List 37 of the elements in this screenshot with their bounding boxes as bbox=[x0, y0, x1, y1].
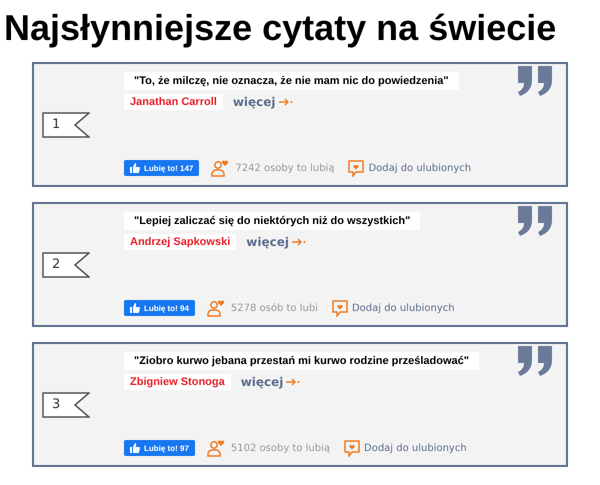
arrow-icon bbox=[278, 98, 293, 106]
quote-text: "Ziobro kurwo jebana przestań mi kurwo rodzine prześladować" bbox=[124, 352, 479, 370]
arrow-icon bbox=[292, 238, 306, 246]
more-link[interactable]: więcej bbox=[240, 375, 300, 389]
author-name[interactable]: Andrzej Sapkowski bbox=[124, 234, 236, 250]
rank-ribbon: 3 bbox=[42, 392, 90, 418]
thumbs-up-icon bbox=[130, 163, 140, 173]
thumbs-up-icon bbox=[130, 443, 140, 453]
author-name[interactable]: Zbigniew Stonoga bbox=[124, 374, 231, 390]
page-title: Najsłynniejsze cytaty na świecie bbox=[4, 6, 558, 50]
rank-ribbon: 2 bbox=[42, 252, 90, 278]
heart-speech-bubble-icon bbox=[344, 440, 360, 456]
quote-text: "Lepiej zaliczać się do niektórych niż do wszystkich" bbox=[124, 212, 420, 230]
heart-speech-bubble-icon bbox=[332, 300, 348, 316]
likes-count: 5278 osób to lubi bbox=[230, 302, 318, 314]
person-heart-icon bbox=[206, 299, 225, 317]
quotation-mark-icon bbox=[516, 206, 554, 236]
arrow-icon bbox=[286, 378, 300, 386]
heart-speech-bubble-icon bbox=[348, 160, 364, 176]
favorite-link[interactable]: Dodaj do ulubionych bbox=[348, 160, 472, 176]
quotation-mark-icon bbox=[516, 66, 554, 96]
author-name[interactable]: Janathan Carroll bbox=[124, 94, 223, 110]
person-heart-icon bbox=[211, 159, 230, 177]
more-link[interactable]: więcej bbox=[232, 95, 293, 109]
like-button[interactable]: Lubię to! 94 bbox=[124, 300, 195, 316]
person-heart-icon bbox=[206, 439, 225, 457]
favorite-link[interactable]: Dodaj do ulubionych bbox=[332, 300, 455, 316]
rank-ribbon: 1 bbox=[42, 112, 90, 138]
quote-text: "To, że milczę, nie oznacza, że nie mam nic do powiedzenia" bbox=[124, 72, 459, 90]
thumbs-up-icon bbox=[130, 303, 140, 313]
favorite-link[interactable]: Dodaj do ulubionych bbox=[344, 440, 467, 456]
quotation-mark-icon bbox=[516, 346, 554, 376]
likes-count: 5102 osoby to lubią bbox=[230, 442, 330, 454]
like-button[interactable]: Lubię to! 147 bbox=[124, 160, 200, 176]
likes-count: 7242 osoby to lubią bbox=[235, 162, 334, 174]
more-link[interactable]: więcej bbox=[246, 235, 306, 249]
like-button[interactable]: Lubię to! 97 bbox=[124, 440, 195, 456]
